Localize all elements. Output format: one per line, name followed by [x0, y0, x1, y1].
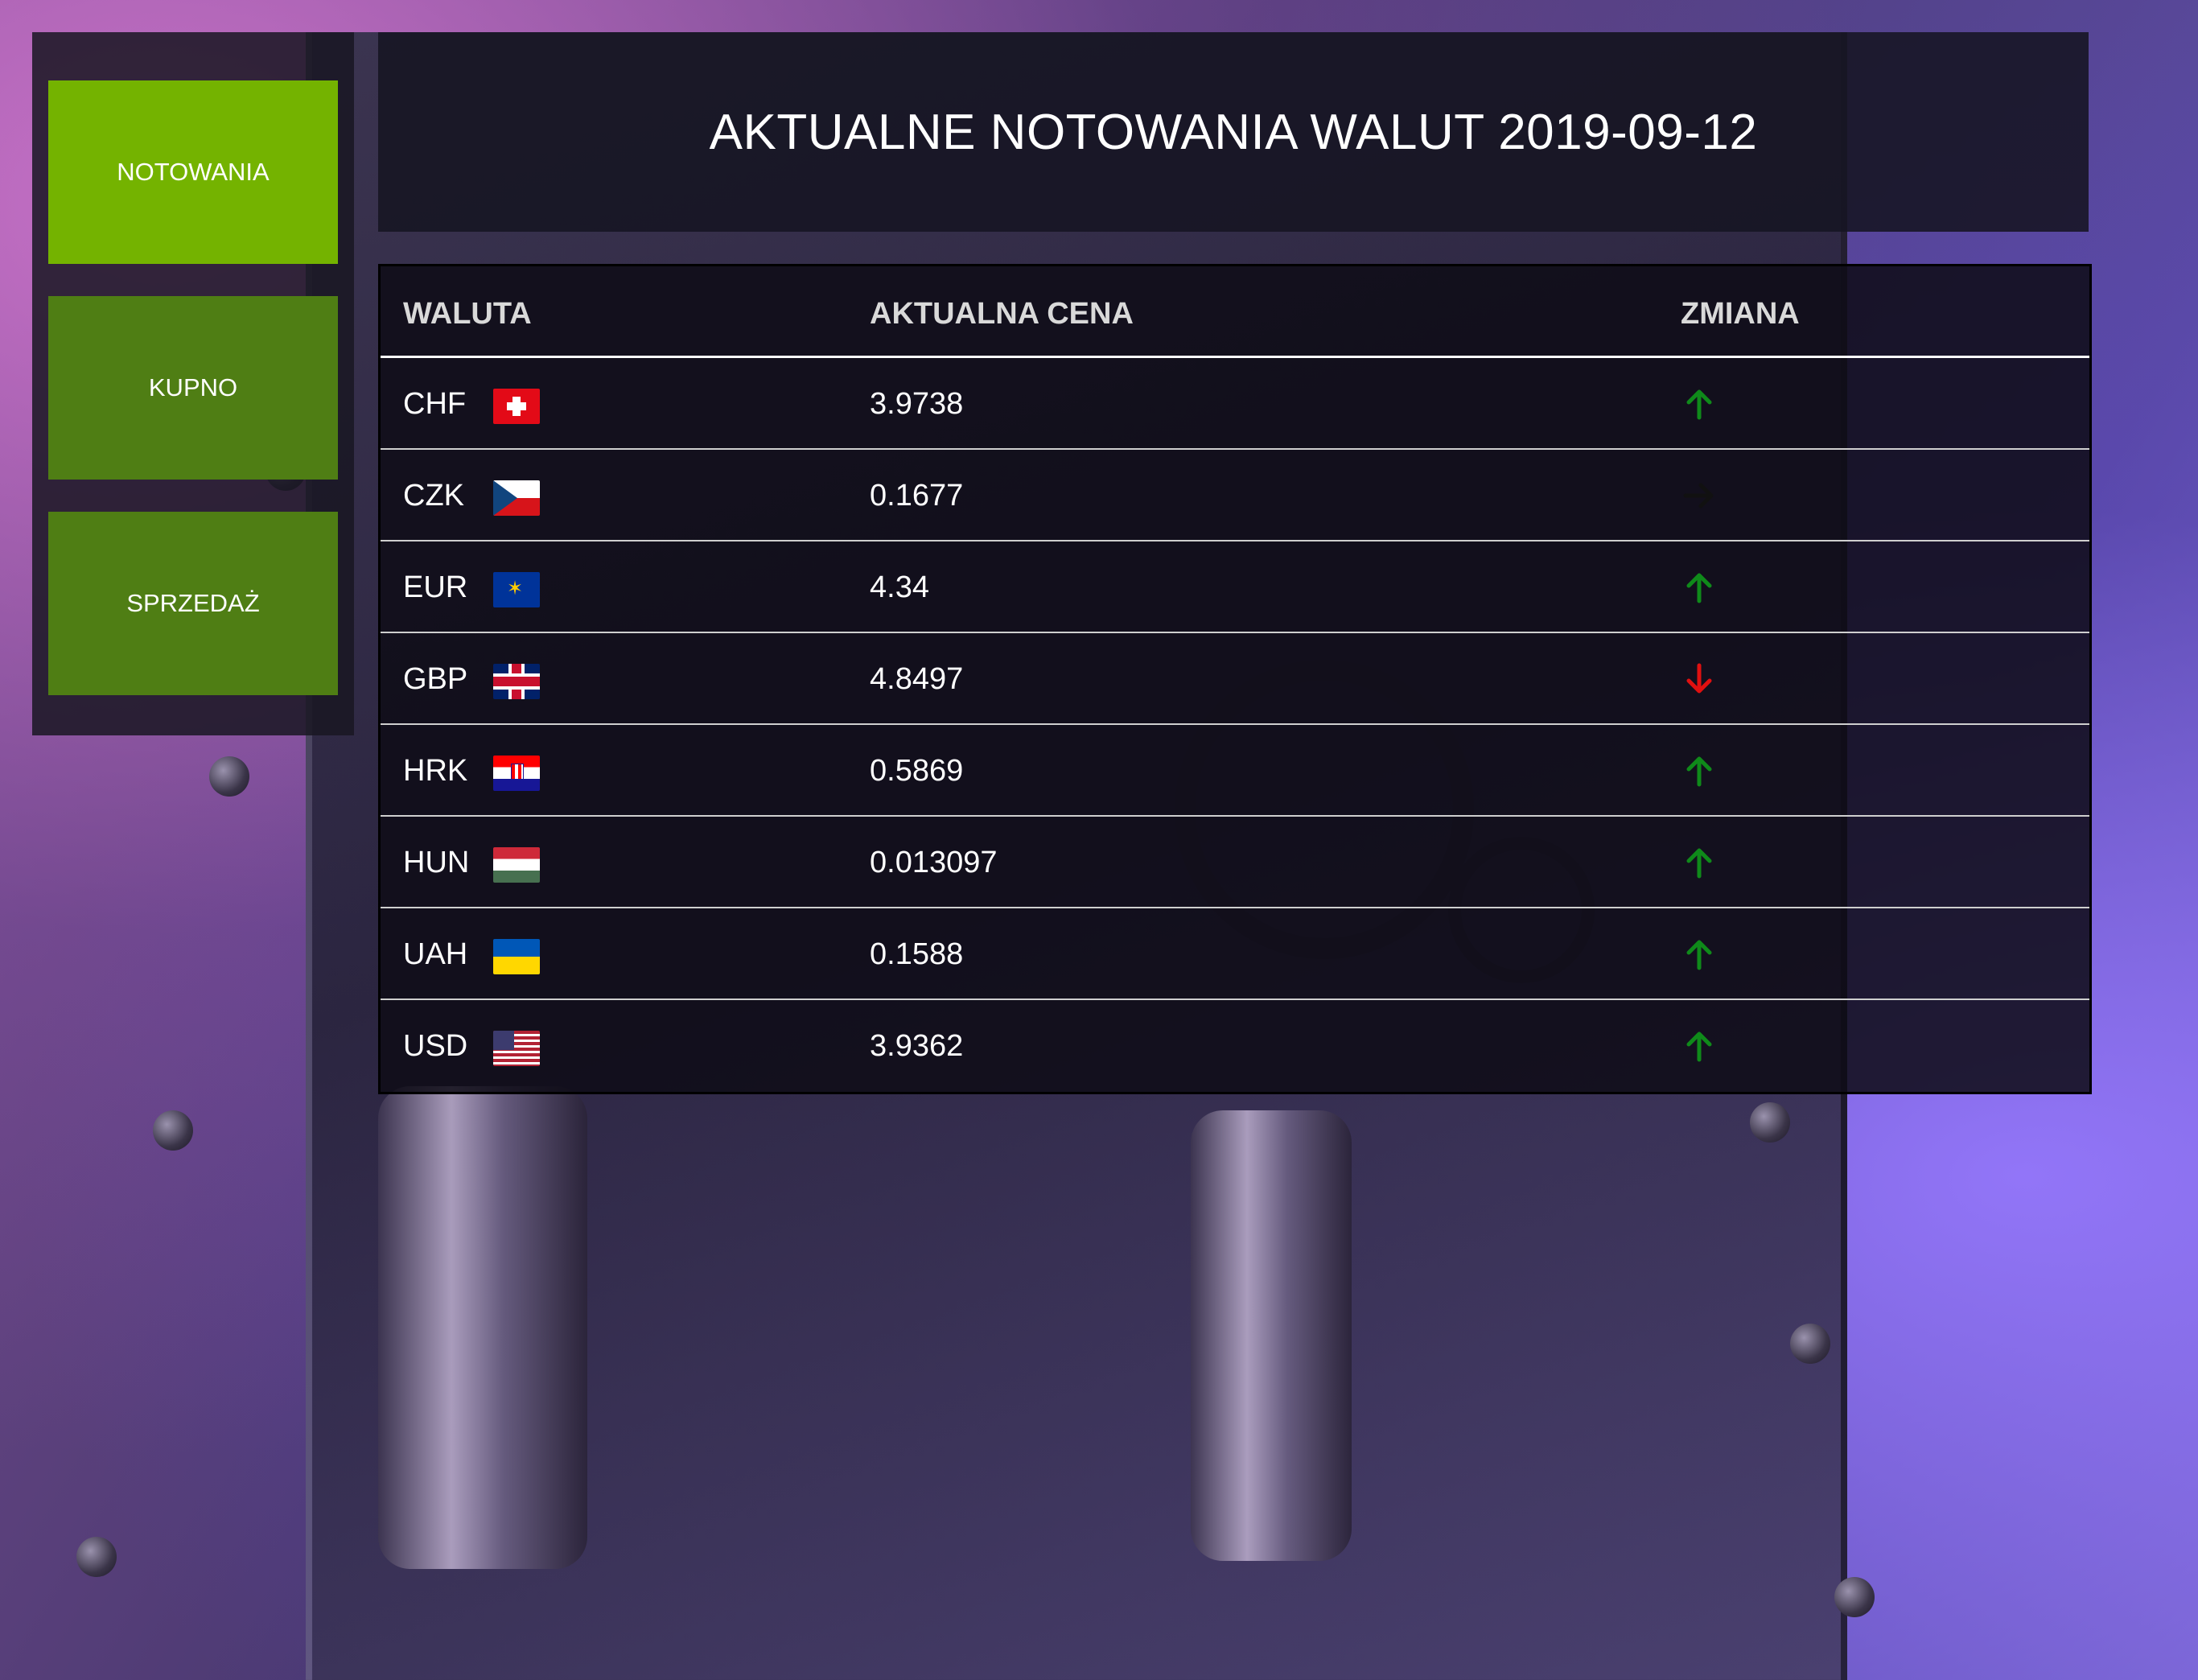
czech-flag-icon	[493, 480, 540, 516]
column-header-price: AKTUALNA CENA	[870, 297, 1134, 331]
arrow-down-icon	[1686, 663, 1712, 694]
table-row: CHF 3.9738	[381, 358, 2089, 450]
currency-code: HUN	[403, 846, 470, 879]
table-row: HRK 0.5869	[381, 725, 2089, 817]
currency-code: HRK	[403, 754, 468, 788]
column-header-change: ZMIANA	[1681, 297, 1800, 331]
arrow-up-icon	[1686, 1031, 1712, 1062]
table-row: UAH 0.1588	[381, 908, 2089, 1000]
rates-table: WALUTA AKTUALNA CENA ZMIANA CHF 3.9738 CZK…	[378, 264, 2092, 1094]
currency-price: 3.9738	[870, 387, 964, 421]
croatia-flag-icon	[493, 756, 540, 791]
table-row: HUN 0.013097	[381, 817, 2089, 908]
currency-code: UAH	[403, 937, 468, 971]
currency-price: 0.1588	[870, 937, 964, 971]
hungary-flag-icon	[493, 847, 540, 883]
page-header: AKTUALNE NOTOWANIA WALUT 2019-09-12	[378, 32, 2089, 232]
currency-price: 0.1677	[870, 479, 964, 513]
currency-price: 0.013097	[870, 846, 998, 879]
currency-code: USD	[403, 1029, 468, 1063]
currency-price: 4.34	[870, 570, 929, 604]
nav-notowania-button[interactable]: NOTOWANIA	[48, 80, 338, 264]
uk-flag-icon	[493, 664, 540, 699]
currency-price: 0.5869	[870, 754, 964, 788]
currency-code: GBP	[403, 662, 468, 696]
eu-flag-icon	[493, 572, 540, 607]
arrow-up-icon	[1686, 389, 1712, 420]
sidebar: NOTOWANIA KUPNO SPRZEDAŻ	[32, 32, 354, 735]
currency-code: EUR	[403, 570, 468, 604]
nav-sprzedaz-button[interactable]: SPRZEDAŻ	[48, 512, 338, 695]
ukraine-flag-icon	[493, 939, 540, 974]
arrow-up-icon	[1686, 756, 1712, 787]
table-row: EUR 4.34	[381, 541, 2089, 633]
swiss-flag-icon	[493, 389, 540, 424]
table-header: WALUTA AKTUALNA CENA ZMIANA	[381, 266, 2089, 358]
column-header-currency: WALUTA	[403, 297, 532, 331]
arrow-up-icon	[1686, 940, 1712, 970]
table-row: GBP 4.8497	[381, 633, 2089, 725]
currency-code: CHF	[403, 387, 467, 421]
arrow-up-icon	[1686, 848, 1712, 879]
currency-price: 4.8497	[870, 662, 964, 696]
currency-price: 3.9362	[870, 1029, 964, 1063]
arrow-up-icon	[1686, 573, 1712, 603]
usa-flag-icon	[493, 1031, 540, 1066]
page-title: AKTUALNE NOTOWANIA WALUT 2019-09-12	[709, 104, 1758, 160]
currency-code: CZK	[403, 479, 464, 513]
nav-kupno-button[interactable]: KUPNO	[48, 296, 338, 480]
table-row: CZK 0.1677	[381, 450, 2089, 541]
table-row: USD 3.9362	[381, 1000, 2089, 1090]
arrow-flat-icon	[1683, 483, 1714, 509]
